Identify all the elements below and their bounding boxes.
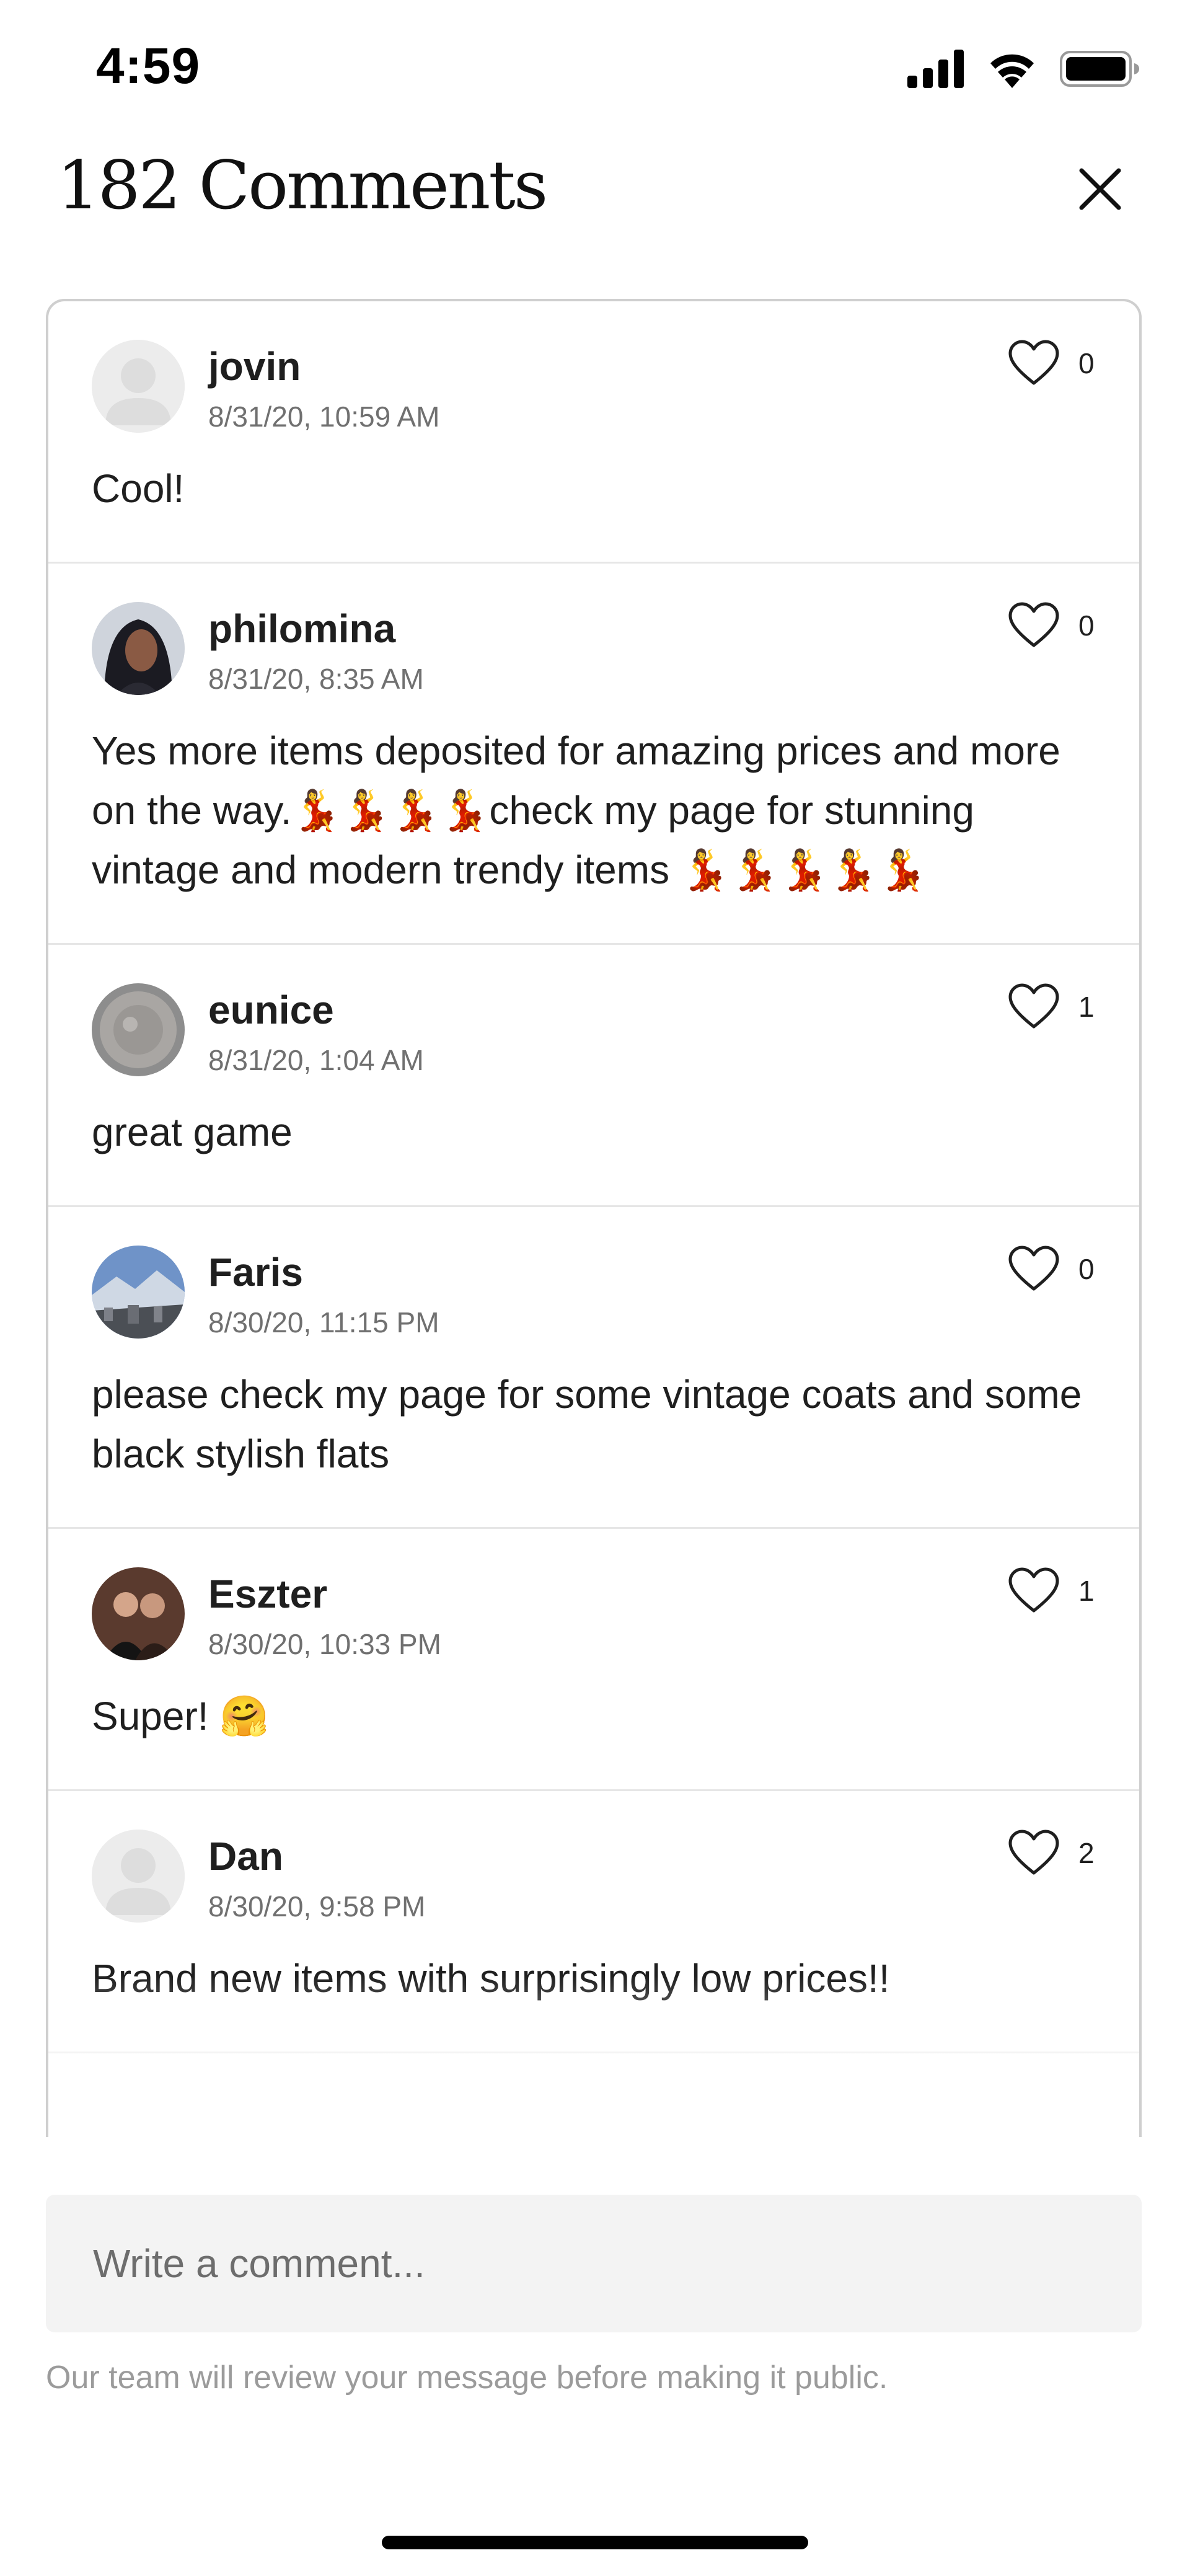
like-button[interactable]: 1	[1008, 1567, 1097, 1614]
username[interactable]: eunice	[208, 987, 424, 1033]
page-title: 182 Comments	[57, 147, 548, 224]
heart-icon	[1008, 1567, 1059, 1613]
like-count: 1	[1078, 991, 1095, 1023]
comment-input[interactable]	[92, 2240, 1096, 2287]
like-button[interactable]: 0	[1008, 1246, 1097, 1293]
comment-item: eunice 8/31/20, 1:04 AM 1 great game	[48, 945, 1139, 1207]
heart-icon	[1008, 983, 1059, 1029]
heart-icon	[1008, 340, 1059, 385]
comment-item: jovin 8/31/20, 10:59 AM 0 Cool!	[48, 301, 1139, 564]
comment-text: Brand new items with surprisingly low pr…	[92, 1956, 890, 2001]
like-count: 0	[1078, 1253, 1095, 1285]
like-count: 0	[1078, 347, 1095, 379]
comment-item: Eszter 8/30/20, 10:33 PM 1 Super! 🤗	[48, 1529, 1139, 1791]
avatar[interactable]	[92, 1567, 185, 1660]
avatar[interactable]	[92, 1830, 185, 1923]
avatar[interactable]	[92, 602, 185, 695]
comment-item: Dan 8/30/20, 9:58 PM 2 Brand new items w…	[48, 1791, 1139, 2053]
user-photo-icon	[92, 602, 185, 695]
signal-icon	[907, 50, 964, 91]
user-photo-icon	[92, 1246, 185, 1339]
comment-text: great game	[92, 1110, 293, 1154]
username[interactable]: jovin	[208, 343, 439, 389]
wifi-icon	[987, 50, 1038, 91]
like-button[interactable]: 2	[1008, 1830, 1097, 1877]
comment-text: Super! 🤗	[92, 1694, 270, 1738]
timestamp: 8/31/20, 10:59 AM	[208, 401, 440, 433]
comment-text: Cool!	[92, 466, 185, 511]
user-photo-icon	[92, 983, 185, 1076]
comments-screen: 4:59 182 Comments jovin 8/31/20, 10:59 A…	[0, 0, 1190, 2576]
avatar[interactable]	[92, 983, 185, 1076]
status-icons	[907, 50, 1140, 91]
like-count: 2	[1078, 1837, 1095, 1869]
timestamp: 8/31/20, 1:04 AM	[208, 1044, 424, 1076]
default-avatar-icon	[92, 1830, 185, 1923]
user-photo-icon	[92, 1567, 185, 1660]
like-button[interactable]: 0	[1008, 602, 1097, 649]
close-button[interactable]	[1066, 155, 1134, 223]
timestamp: 8/30/20, 10:33 PM	[208, 1628, 441, 1660]
timestamp: 8/31/20, 8:35 AM	[208, 663, 424, 695]
heart-icon	[1008, 602, 1059, 647]
home-indicator[interactable]	[382, 2536, 808, 2549]
comment-text: please check my page for some vintage co…	[92, 1372, 1093, 1476]
like-count: 0	[1078, 609, 1095, 642]
comment-text: Yes more items deposited for amazing pri…	[92, 728, 1072, 892]
comment-item: Faris 8/30/20, 11:15 PM 0 please check m…	[48, 1207, 1139, 1529]
status-bar: 4:59	[0, 0, 1190, 143]
comment-item: philomina 8/31/20, 8:35 AM 0 Yes more it…	[48, 564, 1139, 945]
username[interactable]: Dan	[208, 1833, 425, 1879]
comments-list[interactable]: jovin 8/31/20, 10:59 AM 0 Cool! philomin…	[46, 299, 1142, 2137]
battery-icon	[1060, 50, 1140, 91]
comment-composer[interactable]	[46, 2195, 1142, 2332]
like-button[interactable]: 1	[1008, 983, 1097, 1030]
avatar[interactable]	[92, 1246, 185, 1339]
comments-header: 182 Comments	[0, 143, 1190, 291]
like-count: 1	[1078, 1575, 1095, 1607]
like-button[interactable]: 0	[1008, 340, 1097, 387]
timestamp: 8/30/20, 9:58 PM	[208, 1890, 426, 1923]
default-avatar-icon	[92, 340, 185, 433]
heart-icon	[1008, 1830, 1059, 1875]
timestamp: 8/30/20, 11:15 PM	[208, 1306, 439, 1339]
username[interactable]: philomina	[208, 606, 424, 652]
username[interactable]: Eszter	[208, 1571, 441, 1617]
moderation-disclaimer: Our team will review your message before…	[46, 2360, 888, 2396]
avatar[interactable]	[92, 340, 185, 433]
username[interactable]: Faris	[208, 1249, 439, 1295]
status-time: 4:59	[96, 38, 201, 94]
heart-icon	[1008, 1246, 1059, 1291]
close-icon	[1079, 168, 1121, 210]
